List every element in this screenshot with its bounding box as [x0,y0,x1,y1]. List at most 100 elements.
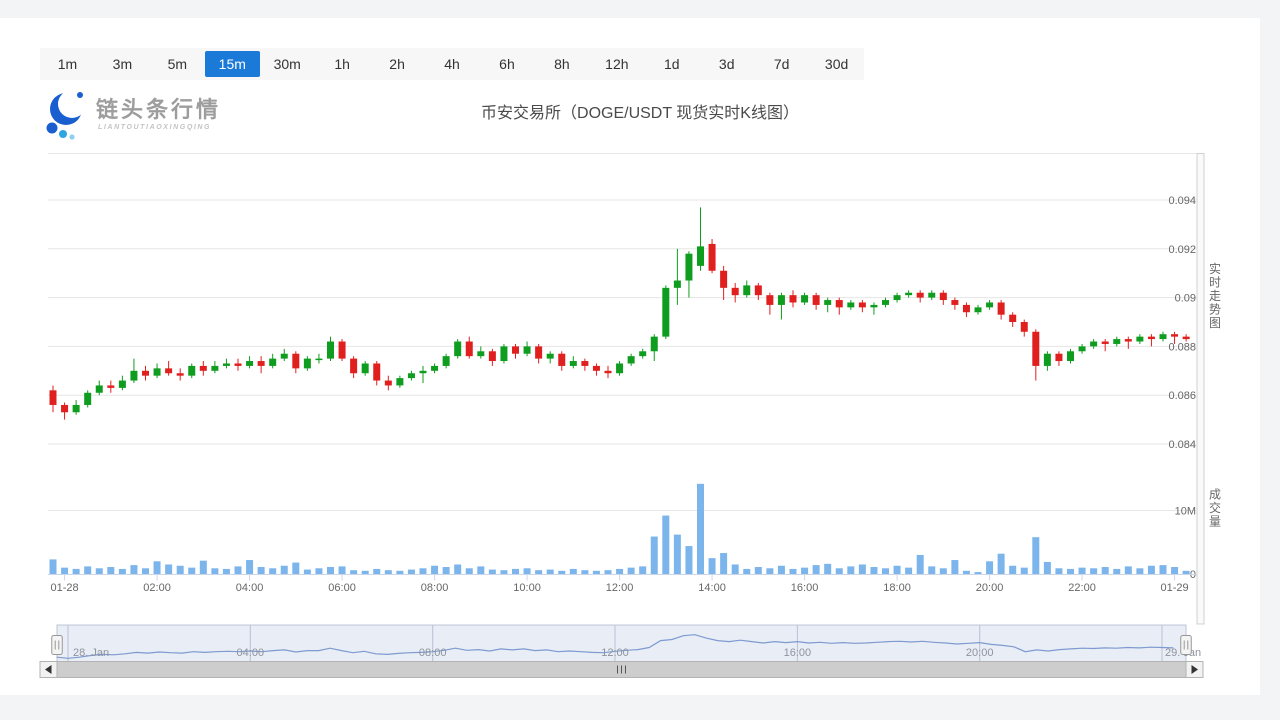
timeframe-button-4h[interactable]: 4h [425,48,480,80]
timeframe-button-1d[interactable]: 1d [644,48,699,80]
volume-bar [662,515,670,574]
volume-axis-label: 10M [1175,506,1196,518]
volume-bar [72,568,80,574]
candle [246,361,254,366]
timeframe-button-7d[interactable]: 7d [754,48,809,80]
price-axis-label: 0.086 [1168,390,1196,402]
timeframe-button-12h[interactable]: 12h [589,48,644,80]
pane-title-price: 图 [1209,316,1221,330]
candle [581,361,589,366]
y-axis-scrollbar[interactable] [1196,153,1205,625]
candle [592,365,600,371]
candle [280,353,288,359]
price-axis-label: 0.094 [1168,195,1196,207]
volume-bar [130,565,138,574]
volume-bar [199,560,207,574]
candle [84,392,92,405]
x-axis-label: 08:00 [421,582,449,594]
volume-bar [222,568,230,574]
candle [754,285,762,296]
volume-bar [1159,565,1167,574]
volume-bar [974,572,982,574]
volume-bar [824,563,832,574]
volume-bar [49,559,57,574]
timeframe-button-2h[interactable]: 2h [370,48,425,80]
candle [1009,314,1017,322]
candle [812,295,820,305]
volume-bar [488,569,496,574]
candle [962,304,970,313]
candle [1113,339,1121,344]
timeframe-button-5m[interactable]: 5m [150,48,205,80]
volume-bar [939,568,947,574]
candle [1055,353,1063,362]
candle [847,302,855,308]
volume-bar [754,567,762,574]
volume-bar [1136,568,1144,574]
timeframe-button-6h[interactable]: 6h [480,48,535,80]
candle [500,346,508,362]
navigator-label: 28. Jan [73,647,109,659]
timeframe-button-1h[interactable]: 1h [315,48,370,80]
candle [1136,336,1144,342]
volume-bar [777,565,785,574]
pane-title-volume: 交 [1209,500,1221,515]
navigator-handle-left[interactable] [51,635,63,655]
timeframe-button-30d[interactable]: 30d [809,48,864,80]
volume-bar [303,569,311,574]
volume-bar [882,568,889,574]
volume-bar [1113,568,1121,574]
candle [789,295,797,303]
timeframe-button-3m[interactable]: 3m [95,48,150,80]
candle [61,404,69,413]
volume-bar [153,561,161,574]
candle [338,341,346,359]
candle [188,365,196,376]
candle [407,373,415,379]
candle [1182,336,1190,340]
x-axis-label: 02:00 [143,582,171,594]
volume-bar [84,566,92,574]
candle [211,365,219,371]
volume-bar [546,569,554,574]
volume-bar [835,568,843,574]
timeframe-button-8h[interactable]: 8h [534,48,589,80]
volume-bar [916,554,924,574]
candle [442,356,450,366]
timeframe-bar: 1m 3m 5m 15m 30m 1h 2h 4h 6h 8h 12h 1d 3d 7d 30d [40,48,864,80]
candle [465,341,473,357]
candle [604,370,612,374]
timeframe-button-3d[interactable]: 3d [699,48,754,80]
pane-title-price: 实 [1209,261,1221,276]
candle [1043,353,1051,366]
candle [685,253,693,281]
candle [777,295,785,305]
candle [893,295,901,301]
volume-bar [673,534,681,574]
volume-bar [627,567,635,574]
timeframe-button-1m[interactable]: 1m [40,48,95,80]
navigator-label: 20:00 [966,647,994,659]
candle [431,365,439,371]
volume-bar [1182,570,1190,574]
navigator-handle-right[interactable] [1180,635,1192,655]
timeframe-button-15m[interactable]: 15m [204,51,260,77]
candle [835,300,843,308]
candle [269,358,277,366]
x-axis-label: 22:00 [1068,582,1096,594]
timeframe-button-30m[interactable]: 30m [260,48,315,80]
volume-bar [1032,537,1040,574]
volume-bar [893,565,901,574]
navigator-label: 16:00 [784,647,812,659]
candle [107,385,115,388]
price-axis-label: 0.084 [1168,439,1196,451]
volume-bar [789,568,797,574]
volume-bar [1101,567,1109,574]
candle [882,300,889,305]
candle [477,351,485,357]
volume-bar [512,568,519,574]
volume-bar [407,569,415,574]
volume-bar [604,570,612,574]
volume-bar [720,553,728,574]
candle [627,356,635,364]
